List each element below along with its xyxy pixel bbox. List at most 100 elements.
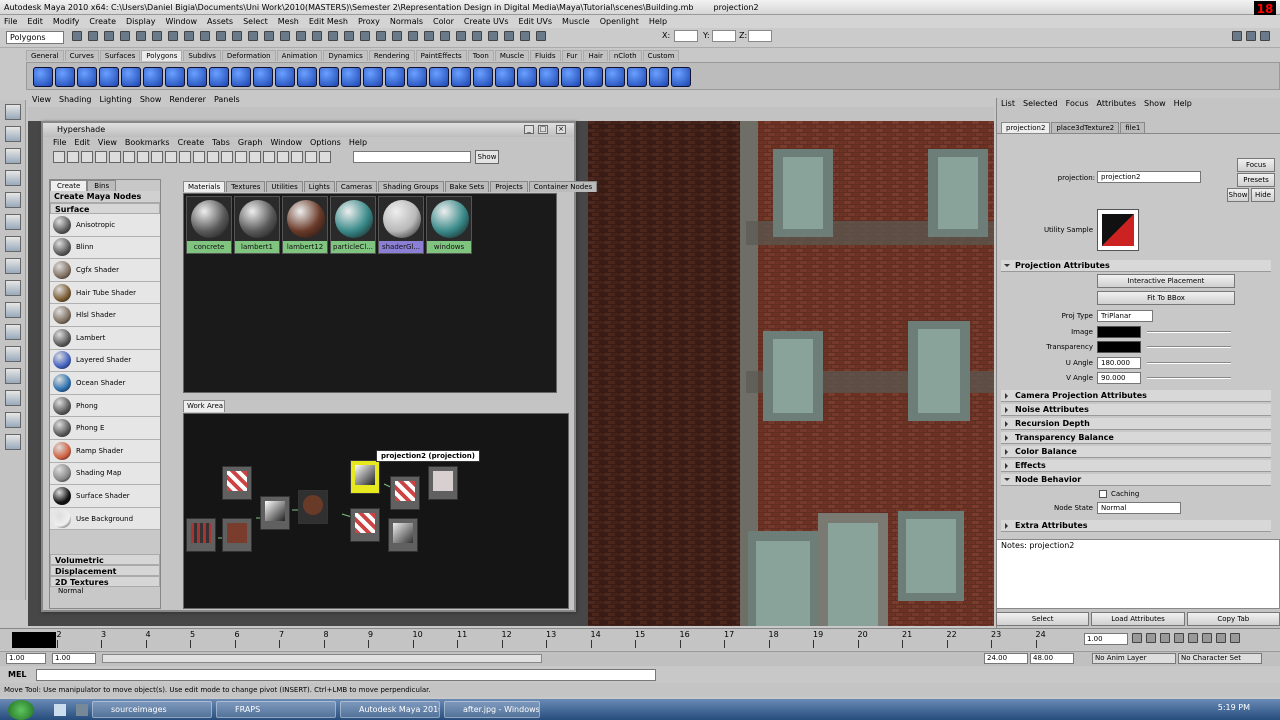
u-angle-slider[interactable]: [1147, 362, 1231, 364]
frame-effects[interactable]: Effects: [1001, 460, 1271, 472]
menu-create[interactable]: Create: [89, 15, 116, 28]
hs-tool-icon[interactable]: [151, 151, 163, 163]
shelf-tool-icon[interactable]: [341, 67, 361, 87]
shelf-tab-polygons[interactable]: Polygons: [141, 50, 183, 61]
tool-icon[interactable]: [5, 214, 21, 230]
menu-display[interactable]: Display: [126, 15, 156, 28]
hs-menu-create[interactable]: Create: [178, 137, 205, 149]
hs-tool-icon[interactable]: [277, 151, 289, 163]
tool-icon[interactable]: [5, 346, 21, 362]
playback-start-field[interactable]: 1.00: [52, 653, 96, 664]
status-tool-icon[interactable]: [488, 31, 498, 41]
focus-button[interactable]: Focus: [1237, 158, 1275, 172]
frame-recursion-depth[interactable]: Recursion Depth: [1001, 418, 1271, 430]
material-node[interactable]: [298, 490, 328, 524]
create-maya-nodes-header[interactable]: Create Maya Nodes: [50, 191, 160, 203]
tool-icon[interactable]: [5, 148, 21, 164]
mat-tab-lights[interactable]: Lights: [303, 181, 335, 192]
transparency-slider[interactable]: [1147, 346, 1231, 348]
v-angle-slider[interactable]: [1147, 377, 1231, 379]
image-color-swatch[interactable]: [1097, 326, 1141, 338]
shader-item[interactable]: Ocean Shader: [50, 372, 160, 395]
layout-icon[interactable]: [1232, 31, 1242, 41]
shader-item[interactable]: Phong: [50, 394, 160, 418]
hs-tool-icon[interactable]: [137, 151, 149, 163]
shader-item[interactable]: Blinn: [50, 236, 160, 260]
fit-to-bbox-button[interactable]: Fit To BBox: [1097, 291, 1235, 305]
ae-menu-show[interactable]: Show: [1144, 98, 1166, 110]
status-tool-icon[interactable]: [280, 31, 290, 41]
current-time-field[interactable]: 1.00: [1084, 633, 1128, 645]
shelf-tool-icon[interactable]: [385, 67, 405, 87]
ae-menu-selected[interactable]: Selected: [1023, 98, 1058, 110]
shelf-tool-icon[interactable]: [99, 67, 119, 87]
status-tool-icon[interactable]: [248, 31, 258, 41]
shelf-tool-icon[interactable]: [649, 67, 669, 87]
shelf-tool-icon[interactable]: [539, 67, 559, 87]
mat-tab-bake-sets[interactable]: Bake Sets: [444, 181, 490, 192]
hs-tool-icon[interactable]: [221, 151, 233, 163]
menu-mesh[interactable]: Mesh: [278, 15, 299, 28]
taskbar-item[interactable]: sourceimages: [92, 701, 212, 718]
end-time-field[interactable]: 48.00: [1030, 653, 1074, 664]
category-volumetric[interactable]: Volumetric: [50, 554, 160, 565]
z-field[interactable]: [748, 30, 772, 42]
taskbar-item[interactable]: after.jpg - Windows...: [444, 701, 540, 718]
material-swatch[interactable]: particleCl...: [330, 196, 376, 254]
shelf-tool-icon[interactable]: [583, 67, 603, 87]
shelf-tool-icon[interactable]: [55, 67, 75, 87]
hs-menu-options[interactable]: Options: [310, 137, 341, 149]
node-name-field[interactable]: projection2: [1097, 171, 1201, 183]
shader-item[interactable]: Ramp Shader: [50, 439, 160, 463]
status-tool-icon[interactable]: [232, 31, 242, 41]
frame-color-balance[interactable]: Color Balance: [1001, 446, 1271, 458]
shader-item[interactable]: Hlsl Shader: [50, 304, 160, 327]
shelf-tab-subdivs[interactable]: Subdivs: [183, 50, 221, 61]
projection-attributes-frame[interactable]: Projection Attributes: [1001, 260, 1271, 272]
hs-menu-view[interactable]: View: [98, 137, 117, 149]
range-slider[interactable]: [102, 654, 542, 663]
show-button[interactable]: Show: [475, 150, 499, 164]
node-behavior-frame[interactable]: Node Behavior: [1001, 474, 1271, 486]
shader-item[interactable]: Lambert: [50, 326, 160, 350]
mat-tab-projects[interactable]: Projects: [490, 181, 528, 192]
panel-menu-shading[interactable]: Shading: [59, 94, 92, 106]
shader-item[interactable]: Phong E: [50, 417, 160, 440]
image-slider[interactable]: [1147, 331, 1231, 333]
tool-icon[interactable]: [5, 192, 21, 208]
play-forward-icon[interactable]: [1188, 633, 1198, 643]
shelf-tool-icon[interactable]: [231, 67, 251, 87]
menu-modify[interactable]: Modify: [53, 15, 80, 28]
status-tool-icon[interactable]: [504, 31, 514, 41]
shelf-tool-icon[interactable]: [209, 67, 229, 87]
status-tool-icon[interactable]: [296, 31, 306, 41]
mel-input[interactable]: [36, 669, 656, 681]
anim-layer-dropdown[interactable]: No Anim Layer: [1092, 653, 1176, 664]
status-tool-icon[interactable]: [88, 31, 98, 41]
hs-menu-tabs[interactable]: Tabs: [212, 137, 230, 149]
shelf-tool-icon[interactable]: [627, 67, 647, 87]
tool-icon[interactable]: [5, 280, 21, 296]
utility-node[interactable]: [388, 518, 418, 552]
hs-tool-icon[interactable]: [109, 151, 121, 163]
shelf-tab-painteffects[interactable]: PaintEffects: [415, 50, 467, 61]
mode-selector[interactable]: Polygons: [6, 31, 64, 44]
material-swatch[interactable]: windows: [426, 196, 472, 254]
shelf-tool-icon[interactable]: [77, 67, 97, 87]
ie-icon[interactable]: [54, 703, 66, 716]
panel-menu-lighting[interactable]: Lighting: [99, 94, 131, 106]
tool-icon[interactable]: [5, 170, 21, 186]
shelf-tool-icon[interactable]: [121, 67, 141, 87]
shader-item[interactable]: Surface Shader: [50, 485, 160, 508]
work-area[interactable]: projection2 (projection): [183, 413, 569, 609]
playback-end-field[interactable]: 24.00: [984, 653, 1028, 664]
shelf-tool-icon[interactable]: [187, 67, 207, 87]
shelf-tool-icon[interactable]: [451, 67, 471, 87]
close-icon[interactable]: ×: [556, 125, 566, 134]
noise-node[interactable]: [428, 466, 458, 500]
shelf-tab-fur[interactable]: Fur: [561, 50, 583, 61]
hs-menu-window[interactable]: Window: [270, 137, 302, 149]
status-tool-icon[interactable]: [328, 31, 338, 41]
go-to-end-icon[interactable]: [1230, 633, 1240, 643]
step-back-icon[interactable]: [1146, 633, 1156, 643]
